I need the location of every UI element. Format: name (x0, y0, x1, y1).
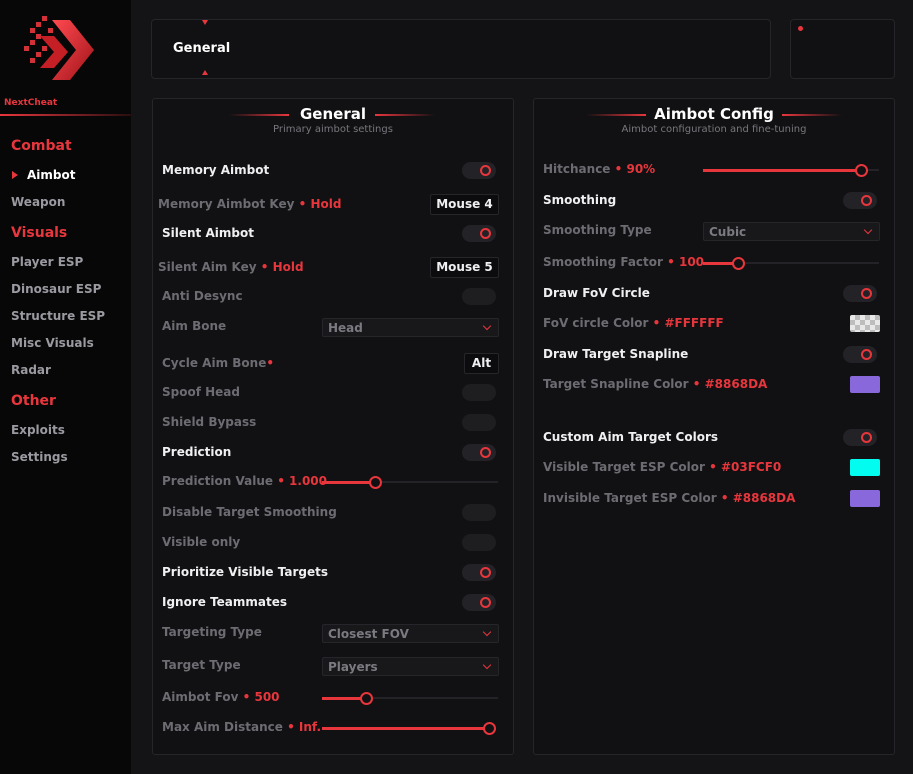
anti-desync-label: Anti Desync (162, 289, 243, 303)
memory-key-label: Memory Aimbot Key • Hold (158, 197, 342, 211)
visible-only-label: Visible only (162, 535, 241, 549)
silent-aimbot-toggle[interactable] (462, 225, 496, 242)
aimbot-fov-slider[interactable] (322, 691, 498, 705)
app-window: NextCheat Combat Aimbot Weapon Visuals P… (0, 0, 913, 774)
active-indicator-icon (12, 171, 18, 179)
panel-subtitle: Primary aimbot settings (273, 124, 393, 135)
snapline-color-swatch[interactable] (850, 376, 880, 393)
sidebar-item-misc-visuals[interactable]: Misc Visuals (11, 336, 94, 350)
shield-bypass-toggle[interactable] (462, 414, 496, 431)
invisible-color-swatch[interactable] (850, 490, 880, 507)
sidebar-item-structure-esp[interactable]: Structure ESP (11, 309, 105, 323)
invisible-color-label: Invisible Target ESP Color • #8868DA (543, 491, 796, 505)
status-dot-icon (798, 26, 803, 31)
prioritize-visible-label: Prioritize Visible Targets (162, 565, 328, 579)
smoothing-type-label: Smoothing Type (543, 223, 652, 237)
chevron-down-icon (863, 225, 873, 235)
silent-key-button[interactable]: Mouse 5 (430, 257, 499, 278)
tab-marker-top-icon (202, 20, 208, 25)
prediction-toggle[interactable] (462, 444, 496, 461)
prediction-value-label: Prediction Value • 1.000 (162, 474, 328, 488)
sidebar-item-dinosaur-esp[interactable]: Dinosaur ESP (11, 282, 101, 296)
panel-title: General (300, 105, 366, 123)
visible-color-label: Visible Target ESP Color • #03FCF0 (543, 460, 782, 474)
sidebar-item-aimbot[interactable]: Aimbot (27, 168, 75, 182)
smoothing-factor-label: Smoothing Factor • 100 (543, 255, 705, 269)
spoof-head-label: Spoof Head (162, 385, 240, 399)
tab-bar: General (151, 19, 771, 79)
prediction-label: Prediction (162, 445, 232, 459)
nav-group-other: Other (11, 393, 56, 409)
disable-smoothing-toggle[interactable] (462, 504, 496, 521)
snapline-color-label: Target Snapline Color • #8868DA (543, 377, 768, 391)
ignore-teammates-label: Ignore Teammates (162, 595, 288, 609)
draw-snapline-toggle[interactable] (843, 346, 877, 363)
brand-logo: NextCheat (0, 0, 131, 116)
aim-bone-label: Aim Bone (162, 319, 227, 333)
smoothing-label: Smoothing (543, 193, 617, 207)
ignore-teammates-toggle[interactable] (462, 594, 496, 611)
chevron-down-icon (482, 660, 492, 670)
tab-marker-bottom-icon (202, 70, 208, 75)
smoothing-type-dropdown[interactable]: Cubic (703, 222, 880, 241)
sidebar-item-weapon[interactable]: Weapon (11, 195, 65, 209)
status-box (790, 19, 895, 79)
max-distance-label: Max Aim Distance • Inf. (162, 720, 322, 734)
prediction-value-slider[interactable] (322, 475, 498, 489)
silent-key-label: Silent Aim Key • Hold (158, 260, 304, 274)
chevron-down-icon (482, 321, 492, 331)
general-panel: General Primary aimbot settings Memory A… (152, 98, 514, 755)
custom-colors-toggle[interactable] (843, 429, 877, 446)
target-type-label: Target Type (162, 658, 241, 672)
tab-general[interactable]: General (173, 41, 230, 56)
sidebar-item-exploits[interactable]: Exploits (11, 423, 65, 437)
nav-group-visuals: Visuals (11, 225, 68, 241)
memory-aimbot-label: Memory Aimbot (162, 163, 270, 177)
memory-aimbot-toggle[interactable] (462, 162, 496, 179)
cycle-aim-bone-label: Cycle Aim Bone• (162, 356, 274, 370)
aimbot-config-panel: Aimbot Config Aimbot configuration and f… (533, 98, 895, 755)
disable-smoothing-label: Disable Target Smoothing (162, 505, 337, 519)
silent-aimbot-label: Silent Aimbot (162, 226, 254, 240)
max-distance-slider[interactable] (322, 721, 496, 735)
smoothing-factor-slider[interactable] (703, 256, 879, 270)
anti-desync-toggle[interactable] (462, 288, 496, 305)
fov-color-label: FoV circle Color • #FFFFFF (543, 316, 724, 330)
panel-subtitle: Aimbot configuration and fine-tuning (621, 124, 807, 135)
sidebar-item-player-esp[interactable]: Player ESP (11, 255, 83, 269)
chevron-down-icon (482, 627, 492, 637)
shield-bypass-label: Shield Bypass (162, 415, 257, 429)
aimbot-fov-label: Aimbot Fov • 500 (162, 690, 280, 704)
draw-fov-label: Draw FoV Circle (543, 286, 650, 300)
divider (0, 114, 131, 116)
memory-key-button[interactable]: Mouse 4 (430, 194, 499, 215)
targeting-type-dropdown[interactable]: Closest FOV (322, 624, 499, 643)
brand-name: NextCheat (4, 98, 58, 108)
target-type-dropdown[interactable]: Players (322, 657, 499, 676)
targeting-type-label: Targeting Type (162, 625, 262, 639)
visible-color-swatch[interactable] (850, 459, 880, 476)
aim-bone-dropdown[interactable]: Head (322, 318, 499, 337)
sidebar-item-radar[interactable]: Radar (11, 363, 51, 377)
smoothing-toggle[interactable] (843, 192, 877, 209)
hitchance-label: Hitchance • 90% (543, 162, 656, 176)
prioritize-visible-toggle[interactable] (462, 564, 496, 581)
custom-colors-label: Custom Aim Target Colors (543, 430, 719, 444)
panel-title: Aimbot Config (654, 105, 774, 123)
spoof-head-toggle[interactable] (462, 384, 496, 401)
fov-color-swatch[interactable] (850, 315, 880, 332)
sidebar-item-settings[interactable]: Settings (11, 450, 68, 464)
cycle-aim-bone-key[interactable]: Alt (464, 353, 499, 374)
draw-fov-toggle[interactable] (843, 285, 877, 302)
draw-snapline-label: Draw Target Snapline (543, 347, 689, 361)
nav-group-combat: Combat (11, 138, 72, 154)
logo-icon (24, 16, 94, 80)
visible-only-toggle[interactable] (462, 534, 496, 551)
sidebar: NextCheat Combat Aimbot Weapon Visuals P… (0, 0, 131, 774)
hitchance-slider[interactable] (703, 163, 879, 177)
